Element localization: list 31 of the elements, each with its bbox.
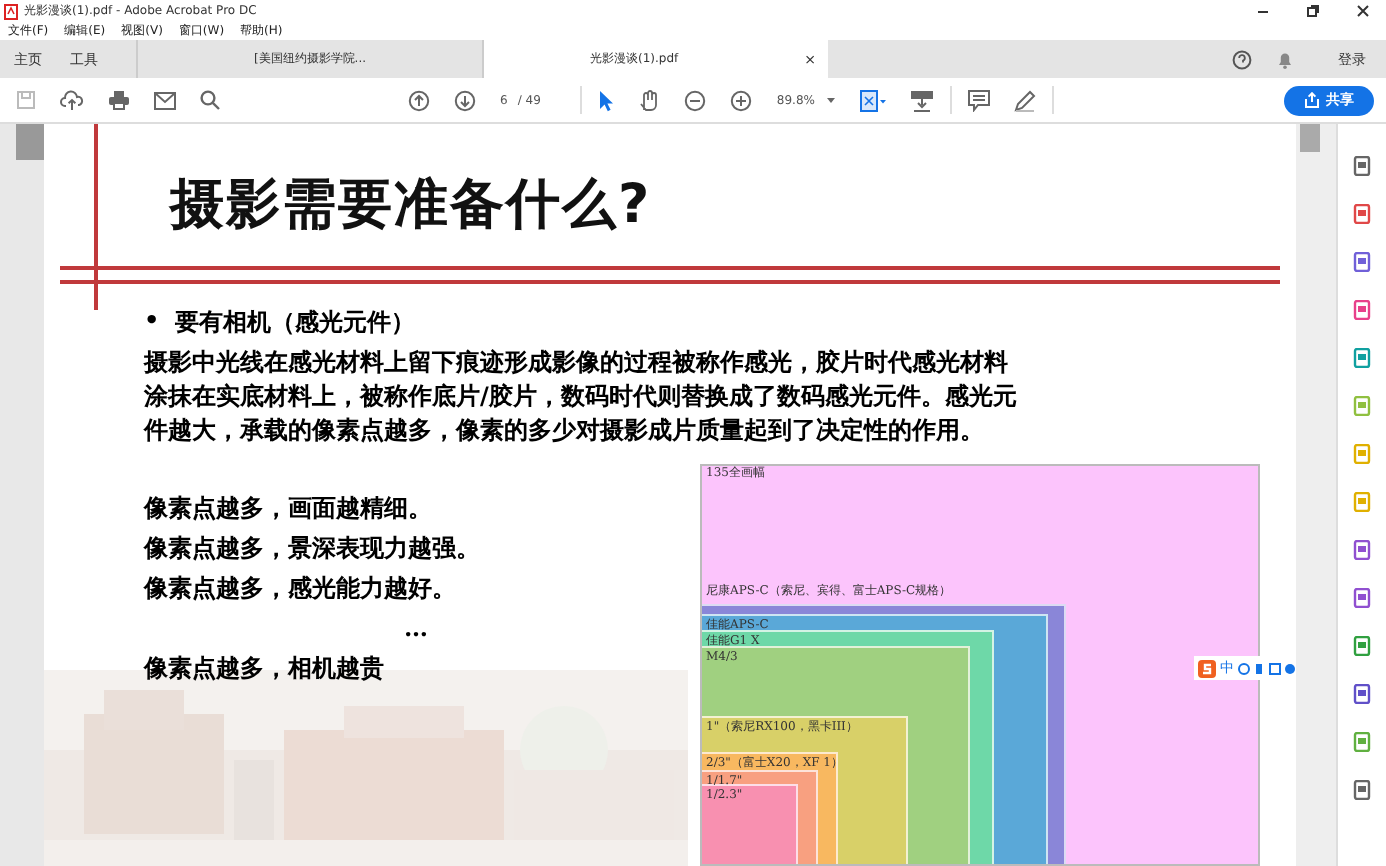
- zoom-in-icon[interactable]: [730, 89, 753, 111]
- previous-page-icon[interactable]: [408, 89, 430, 111]
- bullet-text: 要有相机（感光元件）: [175, 306, 416, 340]
- slide-line: 像素点越多，感光能力越好。: [144, 572, 458, 606]
- scrollbar-thumb[interactable]: [1300, 124, 1320, 152]
- slide-line: 像素点越多，景深表现力越强。: [144, 532, 480, 566]
- cloud-upload-icon[interactable]: [60, 89, 84, 111]
- next-page-icon[interactable]: [454, 89, 476, 111]
- help-icon[interactable]: [1232, 49, 1252, 69]
- hand-icon[interactable]: [638, 89, 661, 111]
- bullet-mark: •: [144, 306, 160, 338]
- pointer-icon[interactable]: [598, 89, 615, 111]
- zoom-out-icon[interactable]: [684, 89, 707, 111]
- share-icon: [1304, 92, 1320, 108]
- search-icon[interactable]: [200, 90, 220, 110]
- mail-icon[interactable]: [154, 91, 176, 109]
- slide-line: 像素点越多，相机越贵: [144, 652, 386, 686]
- pdf-file-icon: [4, 3, 18, 19]
- panel-toggle[interactable]: [16, 124, 44, 160]
- restore-icon[interactable]: [1306, 4, 1320, 18]
- close-icon[interactable]: [1356, 4, 1370, 18]
- caret-icon: [826, 96, 837, 104]
- paragraph: 摄影中光线在感光材料上留下痕迹形成影像的过程被称作感光，胶片时代感光材料涂抹在实底材料上，被称作底片/胶片，数码时代则替换成了数码感光元件。感光元件越大，承载的像素点越多，像素的多少对摄影成片质量起到了决定性的作用。: [144, 346, 1019, 448]
- slide-line: 像素点越多，画面越精细。: [144, 492, 434, 526]
- pen-icon[interactable]: [1014, 89, 1037, 111]
- ime-tools-icon[interactable]: [1238, 661, 1296, 675]
- stamp-icon[interactable]: [910, 89, 935, 111]
- page-fit-icon[interactable]: [860, 89, 887, 111]
- ellipsis: …: [402, 612, 430, 646]
- slide-title: 摄影需要准备什么?: [170, 172, 652, 240]
- bell-icon[interactable]: [1276, 49, 1294, 69]
